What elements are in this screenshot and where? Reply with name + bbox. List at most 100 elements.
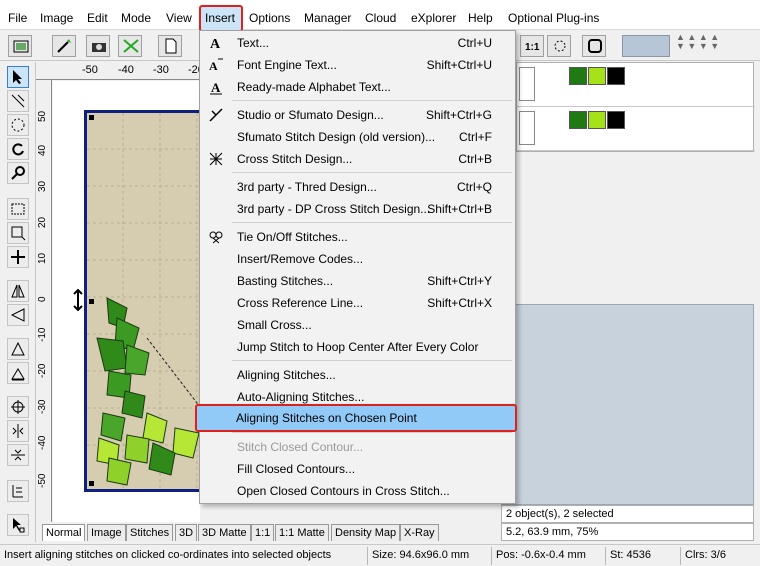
menu-optional-plugins[interactable]: Optional Plug-ins: [508, 11, 599, 25]
camera-button[interactable]: [86, 35, 110, 57]
properties-panel: [516, 152, 754, 304]
tool-palette: [0, 62, 36, 542]
mirror-vertical-tool[interactable]: [7, 304, 29, 326]
tab-image[interactable]: Image: [87, 524, 126, 541]
view-tabs: Normal Image Stitches 3D 3D Matte 1:1 1:…: [36, 524, 501, 542]
ivy-design[interactable]: [87, 113, 200, 489]
menu-item-label: Sfumato Stitch Design (old version)...: [237, 130, 436, 144]
new-page-icon: [165, 38, 177, 54]
menu-item-ready-made-alphabet[interactable]: A Ready-made Alphabet Text...: [202, 76, 513, 98]
toolbar-spinners[interactable]: ▲ ▲ ▲ ▲ ▼ ▼ ▼ ▼: [676, 33, 756, 59]
status-color-count: Clrs: 3/6: [685, 549, 726, 561]
spacing-tool[interactable]: [7, 444, 29, 466]
status-bar: Insert aligning stitches on clicked co-o…: [0, 544, 760, 566]
menu-item-fill-closed-contours[interactable]: Fill Closed Contours...: [202, 458, 513, 480]
cross-stitch-icon: [209, 152, 223, 166]
object-row[interactable]: [517, 107, 755, 151]
ruler-tick: -20: [37, 363, 48, 378]
stitch-convert-icon: [123, 39, 139, 53]
menu-image[interactable]: Image: [40, 11, 73, 25]
mirror-horizontal-tool[interactable]: [7, 280, 29, 302]
object-row[interactable]: [517, 63, 755, 107]
color-swatch[interactable]: [588, 111, 606, 129]
menu-cloud[interactable]: Cloud: [365, 11, 396, 25]
menu-item-sfumato-old[interactable]: Sfumato Stitch Design (old version)... C…: [202, 126, 513, 148]
menu-edit[interactable]: Edit: [87, 11, 108, 25]
center-tool[interactable]: [7, 396, 29, 418]
node-edit-tool[interactable]: [7, 514, 29, 536]
ruler-tick: 30: [37, 180, 48, 192]
select-dots-button[interactable]: [547, 35, 571, 57]
preview-panel: [501, 304, 754, 505]
menu-help[interactable]: Help: [468, 11, 493, 25]
color-swatch[interactable]: [607, 67, 625, 85]
group-tool[interactable]: [7, 480, 29, 502]
move-tool[interactable]: [7, 246, 29, 268]
hoop-button[interactable]: [8, 35, 32, 57]
menu-item-insert-remove-codes[interactable]: Insert/Remove Codes...: [202, 248, 513, 270]
color-swatch[interactable]: [569, 111, 587, 129]
tab-x-ray[interactable]: X-Ray: [400, 524, 439, 541]
lasso-tool[interactable]: [7, 90, 29, 112]
stop-button[interactable]: [582, 35, 606, 57]
menu-item-font-engine-text[interactable]: A Font Engine Text... Shift+Ctrl+U: [202, 54, 513, 76]
align-left-tool[interactable]: [7, 338, 29, 360]
tab-1-1[interactable]: 1:1: [251, 524, 275, 541]
menu-file[interactable]: File: [8, 11, 27, 25]
select-tool[interactable]: [7, 66, 29, 88]
color-swatch[interactable]: [607, 111, 625, 129]
menu-explorer[interactable]: eXplorer: [411, 11, 456, 25]
menu-mode[interactable]: Mode: [121, 11, 151, 25]
menu-item-jump-stitch-hoop-center[interactable]: Jump Stitch to Hoop Center After Every C…: [202, 336, 513, 358]
menu-options[interactable]: Options: [249, 11, 290, 25]
menu-item-dp-cross-stitch[interactable]: 3rd party - DP Cross Stitch Design... Sh…: [202, 198, 513, 220]
zoom-tool[interactable]: [7, 162, 29, 184]
color-swatch[interactable]: [569, 67, 587, 85]
tab-density-map[interactable]: Density Map: [331, 524, 401, 541]
menu-item-text[interactable]: A Text... Ctrl+U: [202, 32, 513, 54]
menu-item-thred-design[interactable]: 3rd party - Thred Design... Ctrl+Q: [202, 176, 513, 198]
tab-normal[interactable]: Normal: [42, 524, 86, 541]
menu-item-studio-sfumato[interactable]: Studio or Sfumato Design... Shift+Ctrl+G: [202, 104, 513, 126]
menu-item-small-cross[interactable]: Small Cross...: [202, 314, 513, 336]
magic-wand-button[interactable]: [52, 35, 76, 57]
color-swatch[interactable]: [588, 67, 606, 85]
svg-text:A: A: [209, 59, 218, 73]
menu-item-open-closed-contours[interactable]: Open Closed Contours in Cross Stitch...: [202, 480, 513, 502]
crop-tool[interactable]: [7, 222, 29, 244]
tie-stitch-icon: [209, 231, 223, 244]
tab-1-1-matte[interactable]: 1:1 Matte: [275, 524, 329, 541]
menu-item-basting-stitches[interactable]: Basting Stitches... Shift+Ctrl+Y: [202, 270, 513, 292]
menu-item-tie-on-off[interactable]: Tie On/Off Stitches...: [202, 226, 513, 248]
menu-item-label: Small Cross...: [237, 318, 312, 332]
menu-view[interactable]: View: [166, 11, 192, 25]
tab-stitches[interactable]: Stitches: [126, 524, 174, 541]
new-page-button[interactable]: [158, 35, 182, 57]
tab-3d[interactable]: 3D: [175, 524, 198, 541]
menu-item-label: 3rd party - Thred Design...: [237, 180, 377, 194]
menu-item-aligning-stitches[interactable]: Aligning Stitches...: [202, 364, 513, 386]
menu-separator: [232, 222, 512, 223]
select-dots-icon: [554, 40, 566, 52]
color-preview-box[interactable]: [622, 35, 670, 57]
rotate-tool[interactable]: [7, 138, 29, 160]
zoom-icon: [11, 166, 25, 180]
menu-item-aligning-stitches-chosen-point[interactable]: Aligning Stitches on Chosen Point: [195, 404, 517, 432]
design-canvas[interactable]: [53, 81, 200, 522]
menu-item-cross-stitch[interactable]: Cross Stitch Design... Ctrl+B: [202, 148, 513, 170]
rectangle-tool[interactable]: [7, 198, 29, 220]
menu-item-label: Auto-Aligning Stitches...: [237, 390, 365, 404]
resize-arrow-icon[interactable]: [73, 289, 83, 311]
freehand-select-tool[interactable]: [7, 114, 29, 136]
stitch-convert-button[interactable]: [118, 35, 142, 57]
tab-3d-matte[interactable]: 3D Matte: [198, 524, 251, 541]
menu-insert[interactable]: Insert: [205, 11, 235, 25]
one-to-one-button[interactable]: 1:1: [520, 35, 544, 57]
rectangle-icon: [11, 203, 25, 215]
align-bottom-tool[interactable]: [7, 362, 29, 384]
menu-item-cross-reference-line[interactable]: Cross Reference Line... Shift+Ctrl+X: [202, 292, 513, 314]
distribute-tool[interactable]: [7, 420, 29, 442]
menu-item-label: Studio or Sfumato Design...: [237, 108, 384, 122]
menu-manager[interactable]: Manager: [304, 11, 351, 25]
svg-text:A: A: [210, 37, 221, 51]
